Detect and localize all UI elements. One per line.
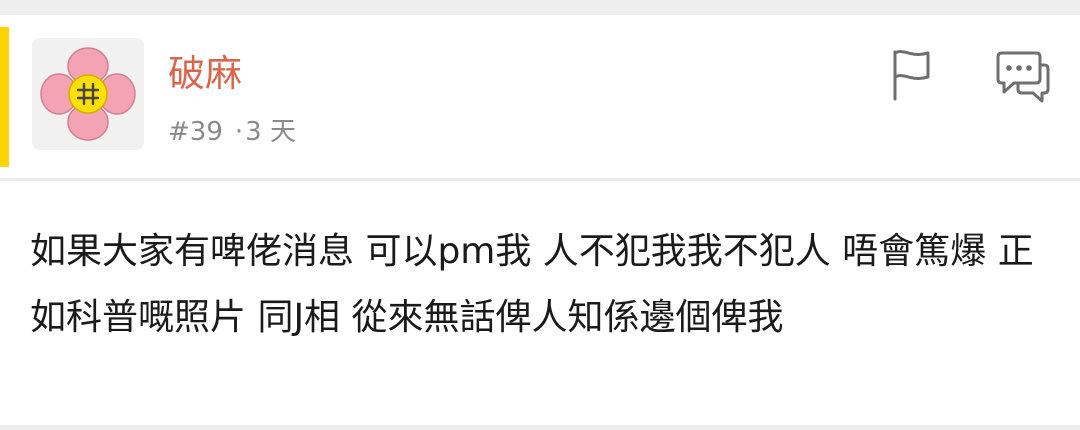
post-card: 破麻 #39 ·3 天 如果大家有啤佬消息 可以pm我 人不犯我我不犯人 唔會篤爆… <box>0 15 1080 425</box>
report-button[interactable] <box>884 47 942 105</box>
flag-icon <box>893 50 930 101</box>
post-age: 3 天 <box>245 117 296 147</box>
divider <box>0 178 1080 181</box>
reply-button[interactable] <box>994 47 1052 105</box>
post-content: 如果大家有啤佬消息 可以pm我 人不犯我我不犯人 唔會篤爆 正如科普嘅照片 同J… <box>30 231 1034 338</box>
post-meta: #39 ·3 天 <box>168 116 296 148</box>
avatar[interactable] <box>32 38 144 150</box>
meta-separator: · <box>234 117 244 147</box>
speech-bubble-icon <box>996 51 1050 103</box>
username[interactable]: 破麻 <box>168 52 242 96</box>
flower-avatar-icon <box>40 47 136 141</box>
highlight-bar <box>0 27 9 167</box>
floor-number: #39 <box>168 117 223 147</box>
